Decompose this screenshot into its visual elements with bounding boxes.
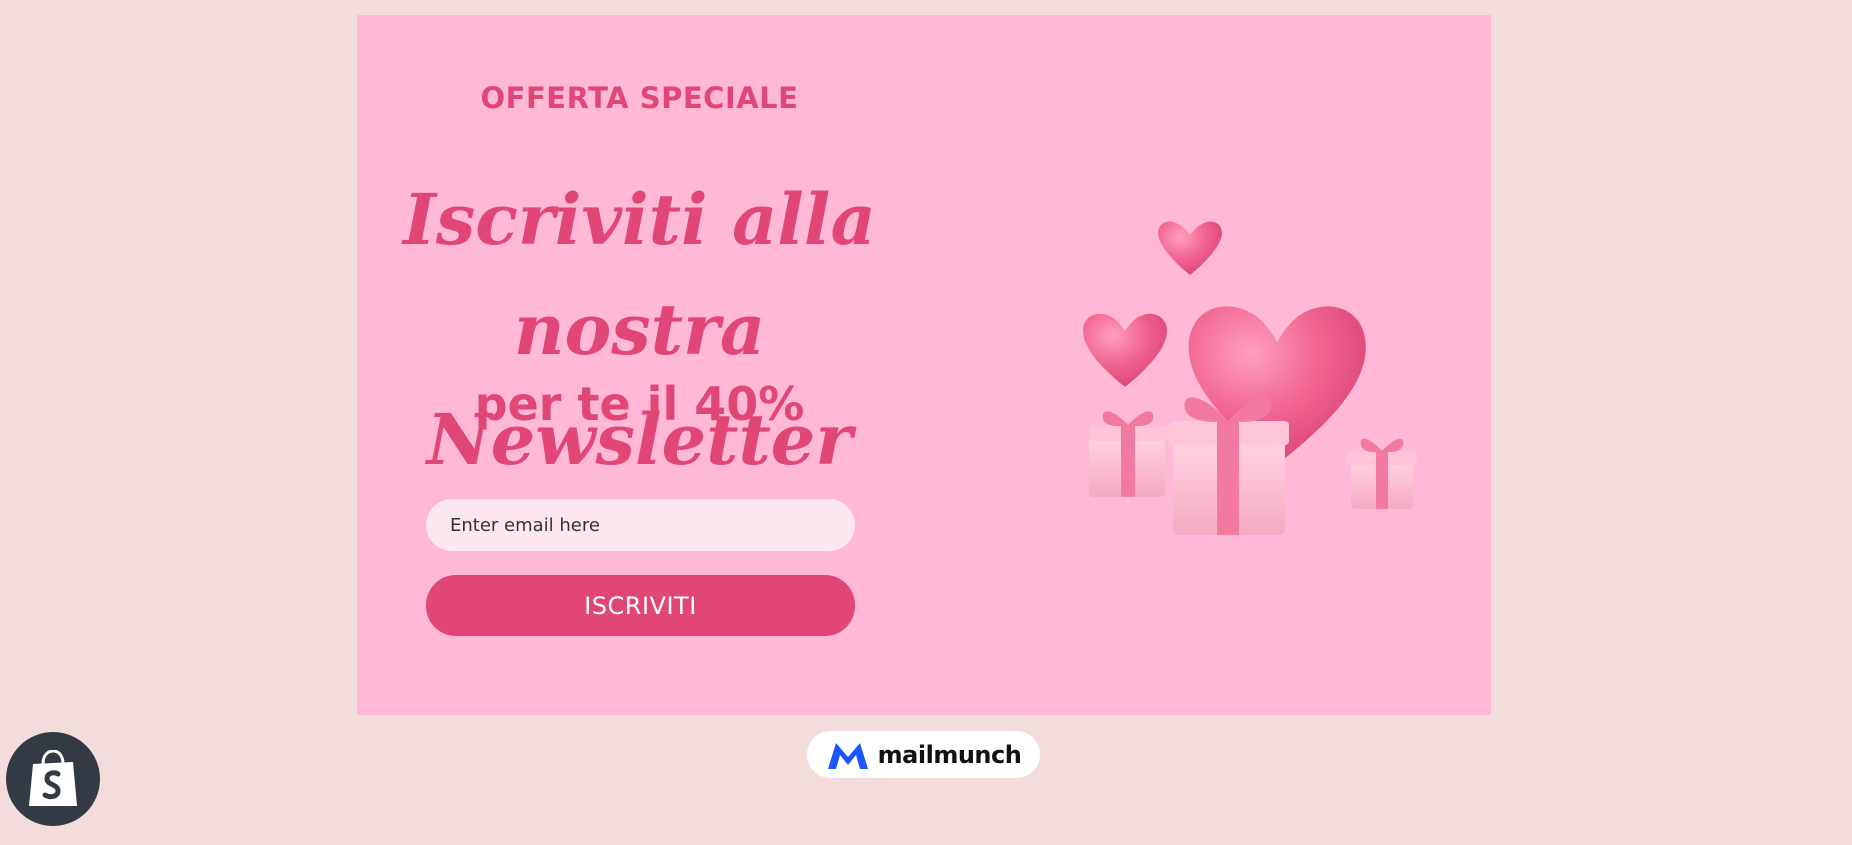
small-gift-right [1347, 438, 1417, 509]
small-heart-top [1158, 221, 1222, 275]
shopify-bag-icon [29, 750, 77, 806]
mailmunch-logo-icon [827, 742, 868, 769]
subscribe-button[interactable]: ISCRIVITI [426, 575, 855, 636]
small-gift-left [1089, 411, 1169, 497]
offer-eyebrow: OFFERTA SPECIALE [480, 81, 799, 115]
email-input[interactable] [426, 499, 855, 551]
mailmunch-brand-text: mailmunch [877, 740, 1022, 769]
newsletter-popup: OFFERTA SPECIALE Iscriviti alla nostra N… [357, 15, 1491, 715]
medium-heart-left [1083, 313, 1167, 387]
shopify-store-button[interactable] [6, 732, 100, 826]
discount-subhead: per te il 40% [474, 377, 805, 431]
hearts-and-gifts-illustration [1083, 221, 1417, 535]
headline-line-1: Iscriviti alla [403, 178, 876, 261]
popup-headline: Iscriviti alla nostra Newsletter [357, 165, 922, 495]
powered-by-mailmunch-badge[interactable]: mailmunch [807, 731, 1040, 778]
